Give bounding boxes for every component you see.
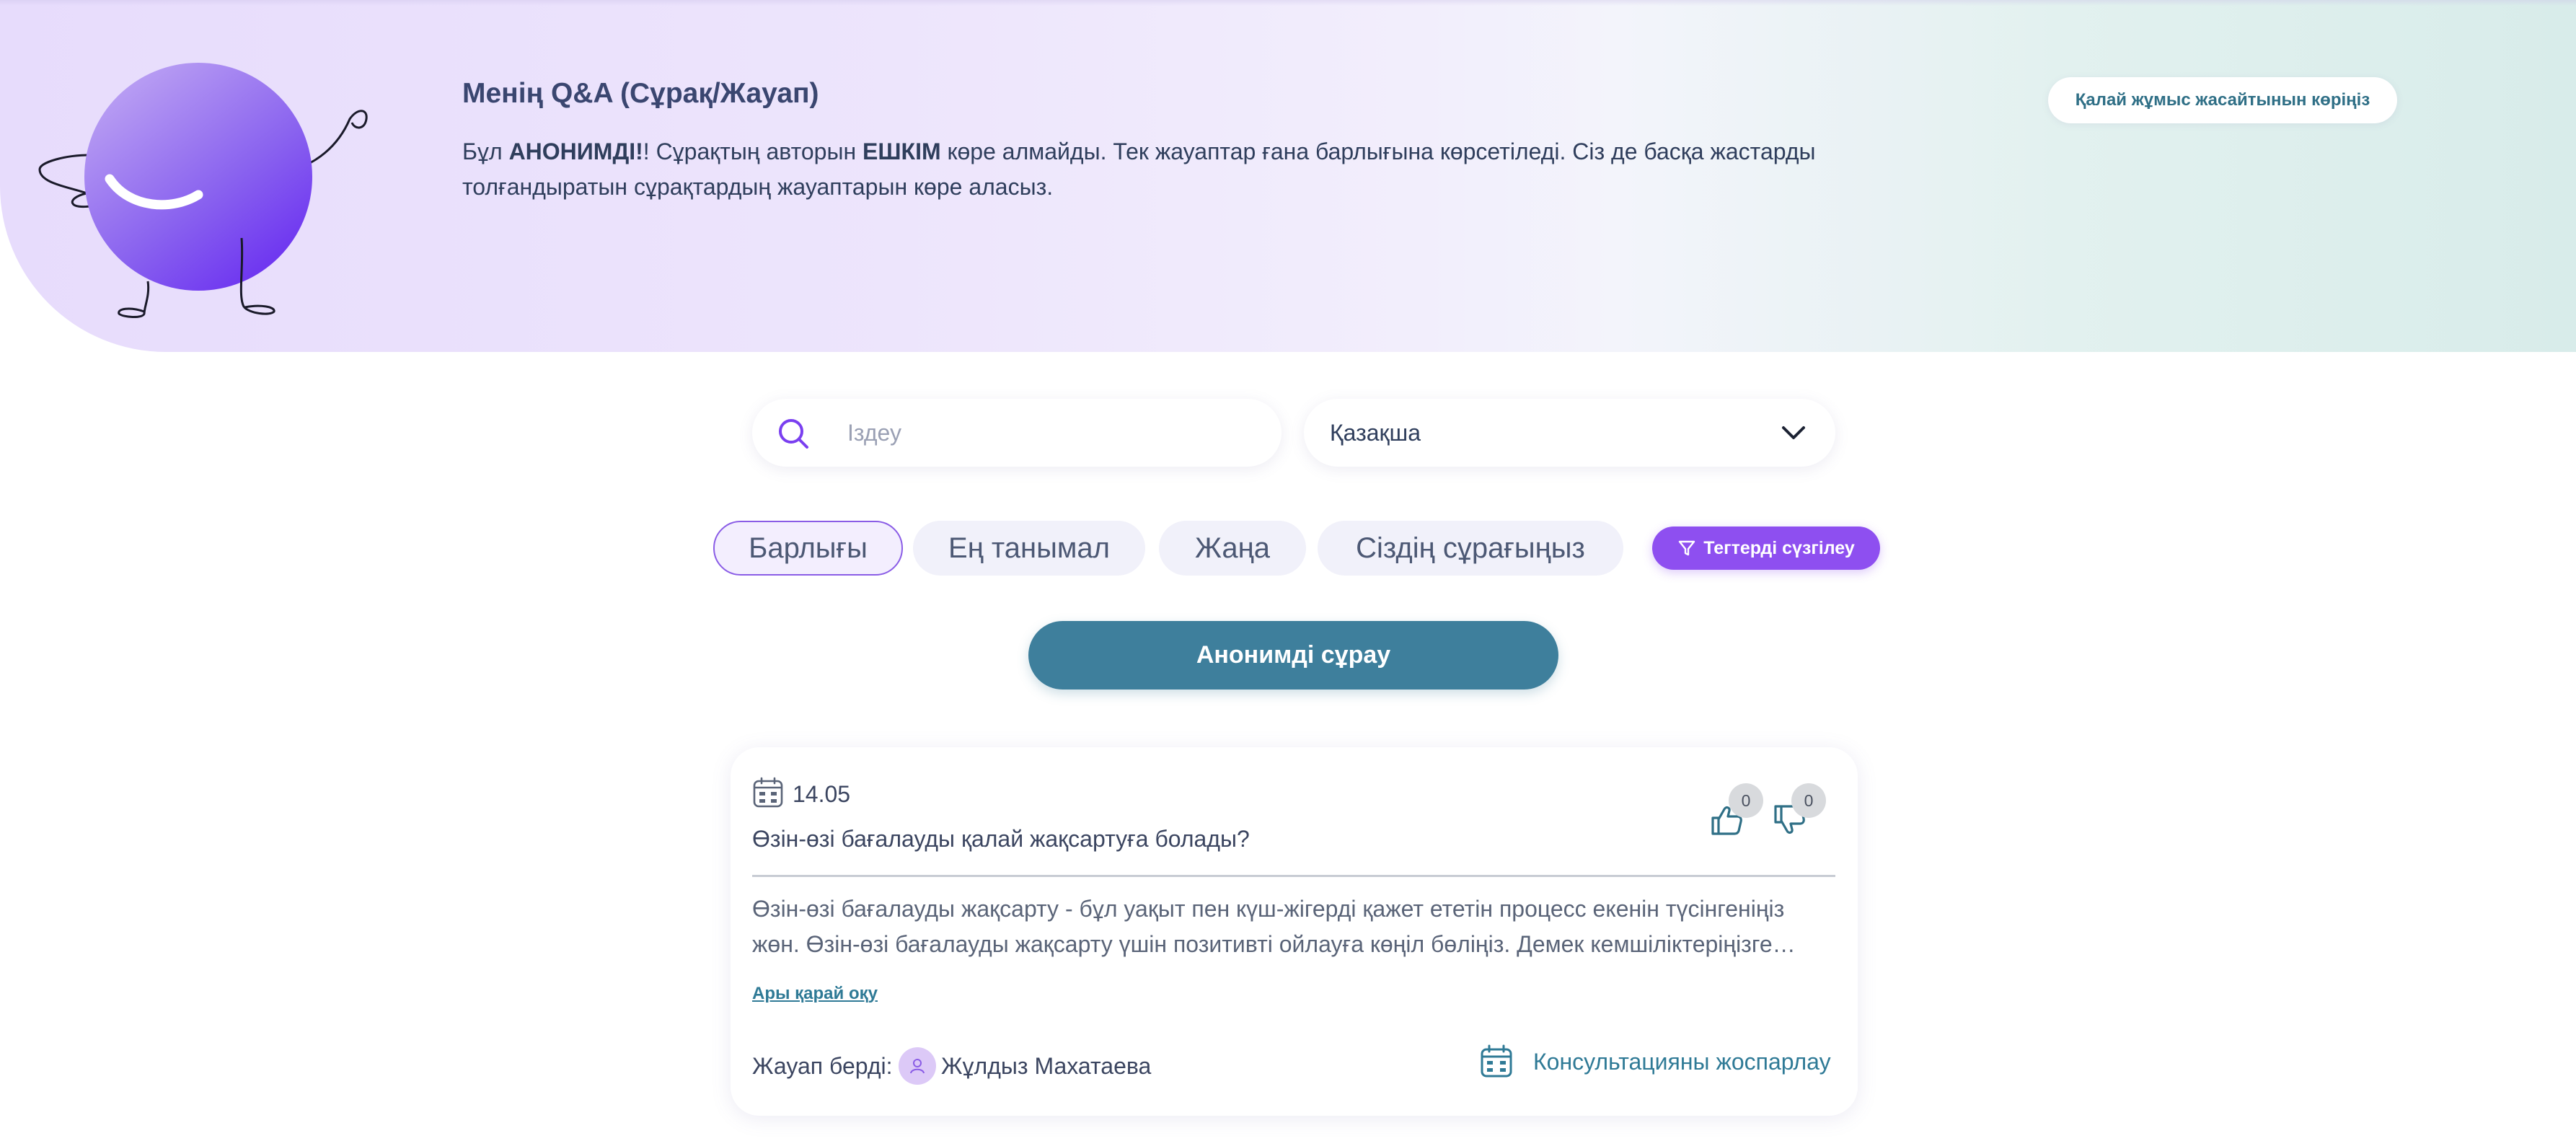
chevron-down-icon bbox=[1782, 426, 1805, 439]
calendar-icon bbox=[753, 777, 783, 808]
answer-preview: Өзін-өзі бағалауды жақсарту - бұл уақыт … bbox=[752, 896, 1796, 957]
answerer-name[interactable]: Жұлдыз Махатаева bbox=[941, 1053, 1151, 1080]
hero-banner: Менің Q&A (Сұрақ/Жауап) Бұл АНОНИМДІ!! С… bbox=[0, 0, 2576, 352]
like-count: 0 bbox=[1729, 783, 1763, 818]
question-text: Өзін-өзі бағалауды қалай жақсартуға бола… bbox=[752, 826, 1250, 852]
hero-description: Бұл АНОНИМДІ!! Сұрақтың авторын ЕШКІМ кө… bbox=[462, 134, 1869, 205]
tab-your-question[interactable]: Сіздің сұрағыңыз bbox=[1318, 521, 1623, 576]
hero-text-prefix: Бұл bbox=[462, 138, 509, 164]
mascot-illustration bbox=[38, 63, 368, 318]
dislike-button[interactable]: 0 bbox=[1771, 783, 1826, 840]
filter-tags-label: Тегтерді сүзгілеу bbox=[1703, 537, 1855, 558]
search-bar bbox=[752, 399, 1282, 467]
like-button[interactable]: 0 bbox=[1708, 783, 1763, 840]
question-card: 14.05 Өзін-өзі бағалауды қалай жақсартуғ… bbox=[731, 747, 1858, 1116]
tab-new[interactable]: Жаңа bbox=[1159, 521, 1306, 576]
ask-anonymously-button[interactable]: Анонимді сұрау bbox=[1028, 621, 1558, 690]
hero-text-anonymous: АНОНИМДІ! bbox=[508, 138, 643, 164]
user-icon bbox=[910, 1059, 925, 1074]
hero-text-mid: ! Сұрақтың авторын bbox=[643, 138, 863, 164]
hero-top-shadow bbox=[0, 0, 2576, 6]
filter-icon bbox=[1679, 540, 1695, 556]
search-icon bbox=[779, 419, 808, 449]
tab-popular[interactable]: Ең танымал bbox=[913, 521, 1145, 576]
calendar-icon bbox=[1481, 1044, 1512, 1078]
answered-by-label: Жауап берді: bbox=[752, 1053, 893, 1079]
avatar bbox=[899, 1047, 936, 1085]
schedule-consultation-button[interactable]: Консультацияны жоспарлау bbox=[1479, 1037, 1840, 1088]
how-it-works-button[interactable]: Қалай жұмыс жасайтынын көріңіз bbox=[2048, 77, 2397, 123]
language-selected-value: Қазақша bbox=[1330, 420, 1421, 446]
card-divider bbox=[752, 875, 1835, 877]
question-date: 14.05 bbox=[793, 781, 851, 807]
read-more-link[interactable]: Ары қарай оқу bbox=[752, 984, 878, 1004]
hero-text-nobody: ЕШКІМ bbox=[863, 138, 941, 164]
search-input[interactable] bbox=[847, 415, 1251, 451]
tab-all[interactable]: Барлығы bbox=[713, 521, 903, 576]
filter-tags-button[interactable]: Тегтерді сүзгілеу bbox=[1652, 527, 1880, 570]
page-title: Менің Q&A (Сұрақ/Жауап) bbox=[462, 78, 819, 109]
language-select[interactable]: Қазақша bbox=[1304, 399, 1835, 467]
schedule-consultation-label: Консультацияны жоспарлау bbox=[1533, 1049, 1831, 1075]
dislike-count: 0 bbox=[1791, 783, 1826, 818]
